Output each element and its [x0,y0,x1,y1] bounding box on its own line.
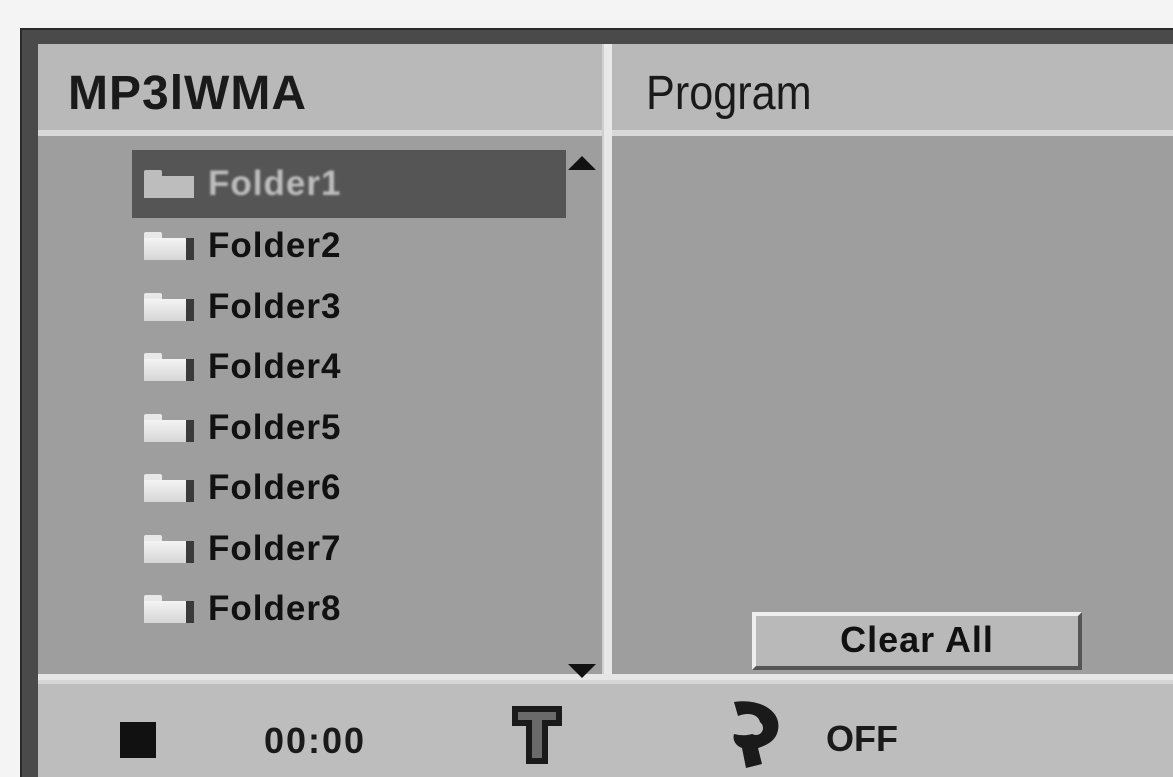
folder-icon [144,353,194,382]
folder-label: Folder3 [208,286,342,326]
repeat-status: OFF [826,718,898,759]
stop-icon [120,722,156,758]
folder-item-2[interactable]: Folder2 [132,216,566,277]
folder-item-1[interactable]: Folder1 [132,150,566,218]
scroll-down-arrow-icon[interactable] [568,664,596,678]
folder-item-7[interactable]: Folder7 [132,519,566,580]
program-title: Program [646,67,812,120]
clear-all-button[interactable]: Clear All [752,612,1082,670]
mp3-wma-header: MP3lWMA [38,44,602,136]
folder-icon [144,232,194,261]
folder-icon [144,292,194,321]
folder-item-3[interactable]: Folder3 [132,277,566,338]
folder-item-6[interactable]: Folder6 [132,458,566,519]
scroll-up-arrow-icon[interactable] [568,156,596,170]
repeat-icon [733,701,779,768]
folder-icon [144,534,194,563]
folder-item-8[interactable]: Folder8 [132,579,566,640]
panel-divider [602,44,612,674]
folder-icon [144,170,194,198]
folder-label: Folder8 [208,589,342,629]
menu-frame: MP3lWMA Program Folder1 Folder2 Folder3 [20,28,1173,777]
title-t-icon [512,706,562,764]
folder-label: Folder5 [208,407,342,447]
folder-icon [144,474,194,503]
menu-window: MP3lWMA Program Folder1 Folder2 Folder3 [38,44,1173,777]
folder-item-5[interactable]: Folder5 [132,398,566,459]
folder-item-4[interactable]: Folder4 [132,337,566,398]
folder-label: Folder4 [208,347,342,387]
folder-label: Folder2 [208,226,342,266]
folder-icon [144,595,194,624]
program-header: Program [612,44,1173,136]
elapsed-time: 00:00 [264,720,367,761]
mp3-wma-title: MP3lWMA [68,67,307,120]
folder-label: Folder6 [208,468,342,508]
folder-label: Folder7 [208,528,342,568]
folder-list: Folder1 Folder2 Folder3 Folder4 Folder5 [132,150,566,640]
folder-icon [144,413,194,442]
status-bar: 00:00 OFF [38,680,1173,777]
folder-label: Folder1 [208,164,342,203]
folder-list-panel: Folder1 Folder2 Folder3 Folder4 Folder5 [38,136,602,678]
program-list-panel: Clear All [612,136,1173,674]
